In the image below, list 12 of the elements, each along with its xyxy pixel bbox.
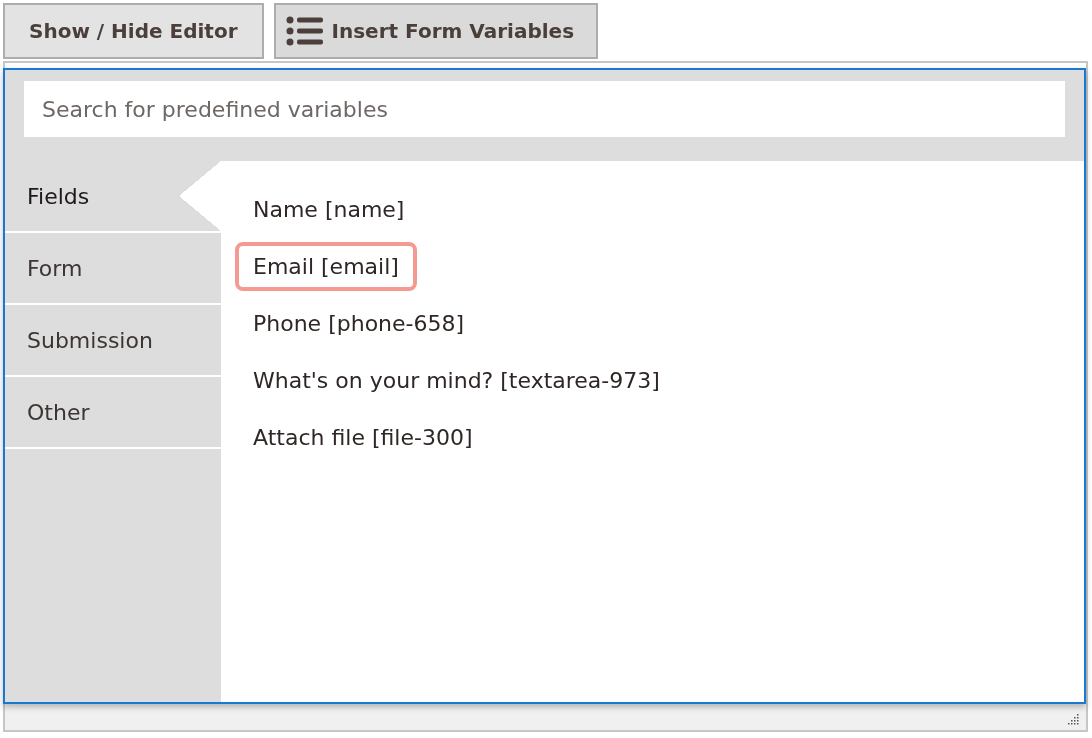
search-field[interactable]: Search for predefined variables — [24, 81, 1065, 137]
variable-item[interactable]: Name [name] — [235, 185, 423, 234]
variable-item[interactable]: What's on your mind? [textarea-973] — [235, 356, 678, 405]
category-tab[interactable]: Fields — [5, 161, 221, 233]
variable-item[interactable]: Attach file [file-300] — [235, 413, 491, 462]
editor-area[interactable]: Search for predefined variables Fields Form Submission Other Name [name] Email [email] Phone [phone-658] What's on your mind? [textarea-973] Attach file [file-300] — [3, 61, 1088, 732]
toolbar-button[interactable]: Show / Hide Editor — [3, 3, 264, 59]
toolbar-button[interactable]: Insert Form Variables — [273, 3, 599, 59]
list-icon — [285, 16, 324, 46]
resize-grip-icon — [1068, 714, 1080, 726]
variable-item[interactable]: Phone [phone-658] — [235, 299, 483, 348]
variable-item[interactable]: Email [email] — [235, 242, 417, 291]
